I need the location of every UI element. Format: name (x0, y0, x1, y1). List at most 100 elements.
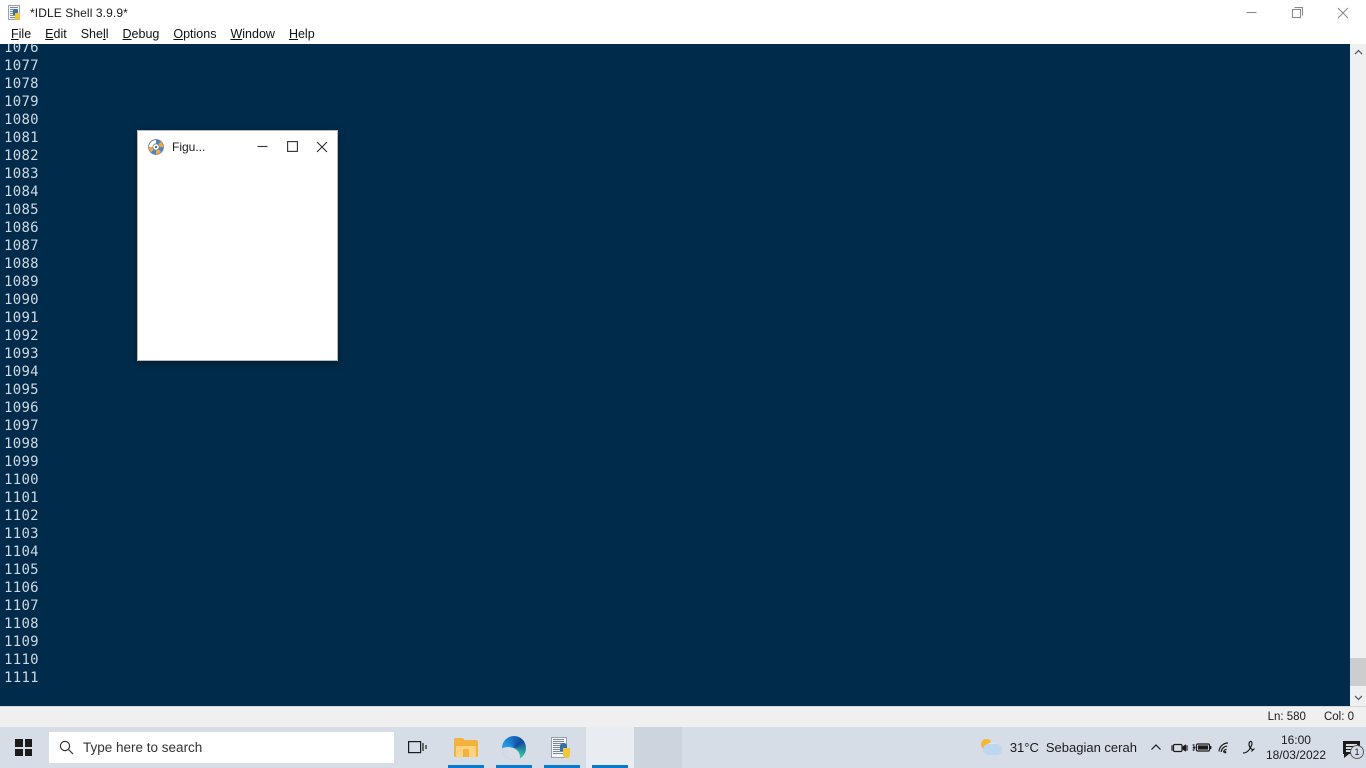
idle-titlebar[interactable]: *IDLE Shell 3.9.9* (0, 0, 1366, 25)
figure-canvas[interactable] (138, 162, 337, 360)
shell-output-lines: 1076 1077 1078 1079 1080 1081 1082 1083 1084 1085… (4, 44, 39, 687)
clock-date: 18/03/2022 (1265, 747, 1326, 762)
figure-window-controls (247, 131, 337, 162)
figure-window-title: Figu... (172, 139, 206, 154)
shell-output-line: 1078 (4, 76, 39, 92)
shell-output-line: 1110 (4, 652, 39, 668)
shell-output-line: 1076 (4, 44, 39, 56)
weather-temperature: 31°C (1009, 740, 1039, 755)
wifi-icon[interactable] (1214, 727, 1237, 768)
shell-output-line: 1090 (4, 292, 39, 308)
taskbar-item-file-explorer[interactable] (442, 727, 490, 768)
minimize-button[interactable] (1228, 0, 1274, 25)
file-explorer-icon (454, 737, 478, 758)
shell-output-line: 1098 (4, 436, 39, 452)
battery-charging-icon[interactable] (1191, 727, 1214, 768)
matplotlib-figure-window: Figu... (137, 130, 338, 361)
chevron-down-icon[interactable] (1350, 689, 1366, 706)
shell-output-line: 1097 (4, 418, 39, 434)
taskbar-item-matplotlib-figure[interactable] (586, 727, 634, 768)
clock-time: 16:00 (1280, 732, 1311, 747)
weather-description: Sebagian cerah (1045, 740, 1137, 755)
shell-output-line: 1104 (4, 544, 39, 560)
shell-output-line: 1103 (4, 526, 39, 542)
windows-taskbar: Type here to search 31°C Sebagian cerah … (0, 727, 1366, 768)
shell-output-line: 1082 (4, 148, 39, 164)
idle-window-controls (1228, 0, 1366, 25)
menu-item-window[interactable]: Window (223, 26, 281, 44)
figure-titlebar[interactable]: Figu... (138, 131, 337, 162)
pen-icon[interactable] (1237, 727, 1260, 768)
restore-button[interactable] (1274, 0, 1320, 25)
taskbar-clock[interactable]: 16:00 18/03/2022 (1260, 727, 1336, 768)
shell-output-line: 1102 (4, 508, 39, 524)
shell-output-line: 1079 (4, 94, 39, 110)
shell-output-line: 1095 (4, 382, 39, 398)
shell-output-line: 1111 (4, 670, 39, 686)
scrollbar-thumb[interactable] (1350, 658, 1366, 686)
menu-label-file: ile (18, 26, 32, 41)
status-line-number: Ln: 580 (1267, 711, 1306, 723)
menu-item-file[interactable]: File (4, 26, 38, 44)
shell-output-line: 1096 (4, 400, 39, 416)
shell-output-line: 1109 (4, 634, 39, 650)
menu-item-help[interactable]: Help (282, 26, 322, 44)
windows-logo-icon (15, 739, 32, 756)
taskbar-item-overflow[interactable] (634, 727, 682, 768)
menu-label-debug: ebug (131, 26, 160, 41)
idle-menubar: File Edit Shell Debug Options Window Hel… (0, 25, 1366, 44)
shell-output-line: 1105 (4, 562, 39, 578)
shell-output-line: 1091 (4, 310, 39, 326)
shell-output-line: 1084 (4, 184, 39, 200)
system-tray: 31°C Sebagian cerah 16:00 18/03/2022 1 (975, 727, 1366, 768)
shell-output-line: 1099 (4, 454, 39, 470)
close-button[interactable] (1320, 0, 1366, 25)
shell-output-line: 1081 (4, 130, 39, 146)
menu-item-debug[interactable]: Debug (116, 26, 167, 44)
figure-minimize-button[interactable] (247, 131, 277, 162)
menu-label-options: ptions (183, 26, 217, 41)
weather-widget[interactable]: 31°C Sebagian cerah (975, 727, 1145, 768)
shell-output-line: 1089 (4, 274, 39, 290)
chevron-up-icon[interactable] (1145, 727, 1168, 768)
edge-icon (502, 735, 526, 760)
chevron-up-icon[interactable] (1350, 44, 1366, 61)
shell-output-line: 1108 (4, 616, 39, 632)
scrollbar-track[interactable] (1350, 61, 1366, 689)
menu-label-window: indow (242, 26, 275, 41)
figure-maximize-button[interactable] (277, 131, 307, 162)
menu-label-shell: She (80, 26, 103, 41)
shell-output-line: 1085 (4, 202, 39, 218)
shell-output-line: 1094 (4, 364, 39, 380)
taskbar-item-microsoft-edge[interactable] (490, 727, 538, 768)
shell-output-line: 1077 (4, 58, 39, 74)
task-view-icon[interactable] (394, 727, 442, 768)
search-input[interactable]: Type here to search (49, 732, 394, 763)
notification-count-badge: 1 (1350, 745, 1364, 759)
python-idle-icon (7, 4, 23, 21)
taskbar-item-python-idle[interactable] (538, 727, 586, 768)
menu-item-options[interactable]: Options (166, 26, 223, 44)
status-column-number: Col: 0 (1323, 711, 1354, 723)
shell-output-line: 1088 (4, 256, 39, 272)
menu-item-edit[interactable]: Edit (38, 26, 74, 44)
idle-window-title: *IDLE Shell 3.9.9* (30, 5, 128, 20)
menu-label-edit: dit (53, 26, 67, 41)
menu-item-shell[interactable]: Shell (74, 26, 116, 44)
camera-icon[interactable] (1168, 727, 1191, 768)
notification-center-button[interactable]: 1 (1336, 727, 1366, 768)
shell-output-line: 1101 (4, 490, 39, 506)
python-idle-icon (551, 736, 573, 759)
vertical-scrollbar[interactable] (1349, 44, 1366, 706)
start-button[interactable] (0, 727, 47, 768)
shell-output-line: 1100 (4, 472, 39, 488)
search-icon (49, 740, 83, 755)
partly-cloudy-icon (980, 738, 1003, 757)
idle-shell-window: *IDLE Shell 3.9.9* File Edit Shell Debug… (0, 0, 1366, 727)
shell-output-line: 1087 (4, 238, 39, 254)
shell-output-line: 1106 (4, 580, 39, 596)
shell-output-line: 1086 (4, 220, 39, 236)
shell-output-line: 1083 (4, 166, 39, 182)
figure-close-button[interactable] (307, 131, 337, 162)
shell-output-line: 1092 (4, 328, 39, 344)
